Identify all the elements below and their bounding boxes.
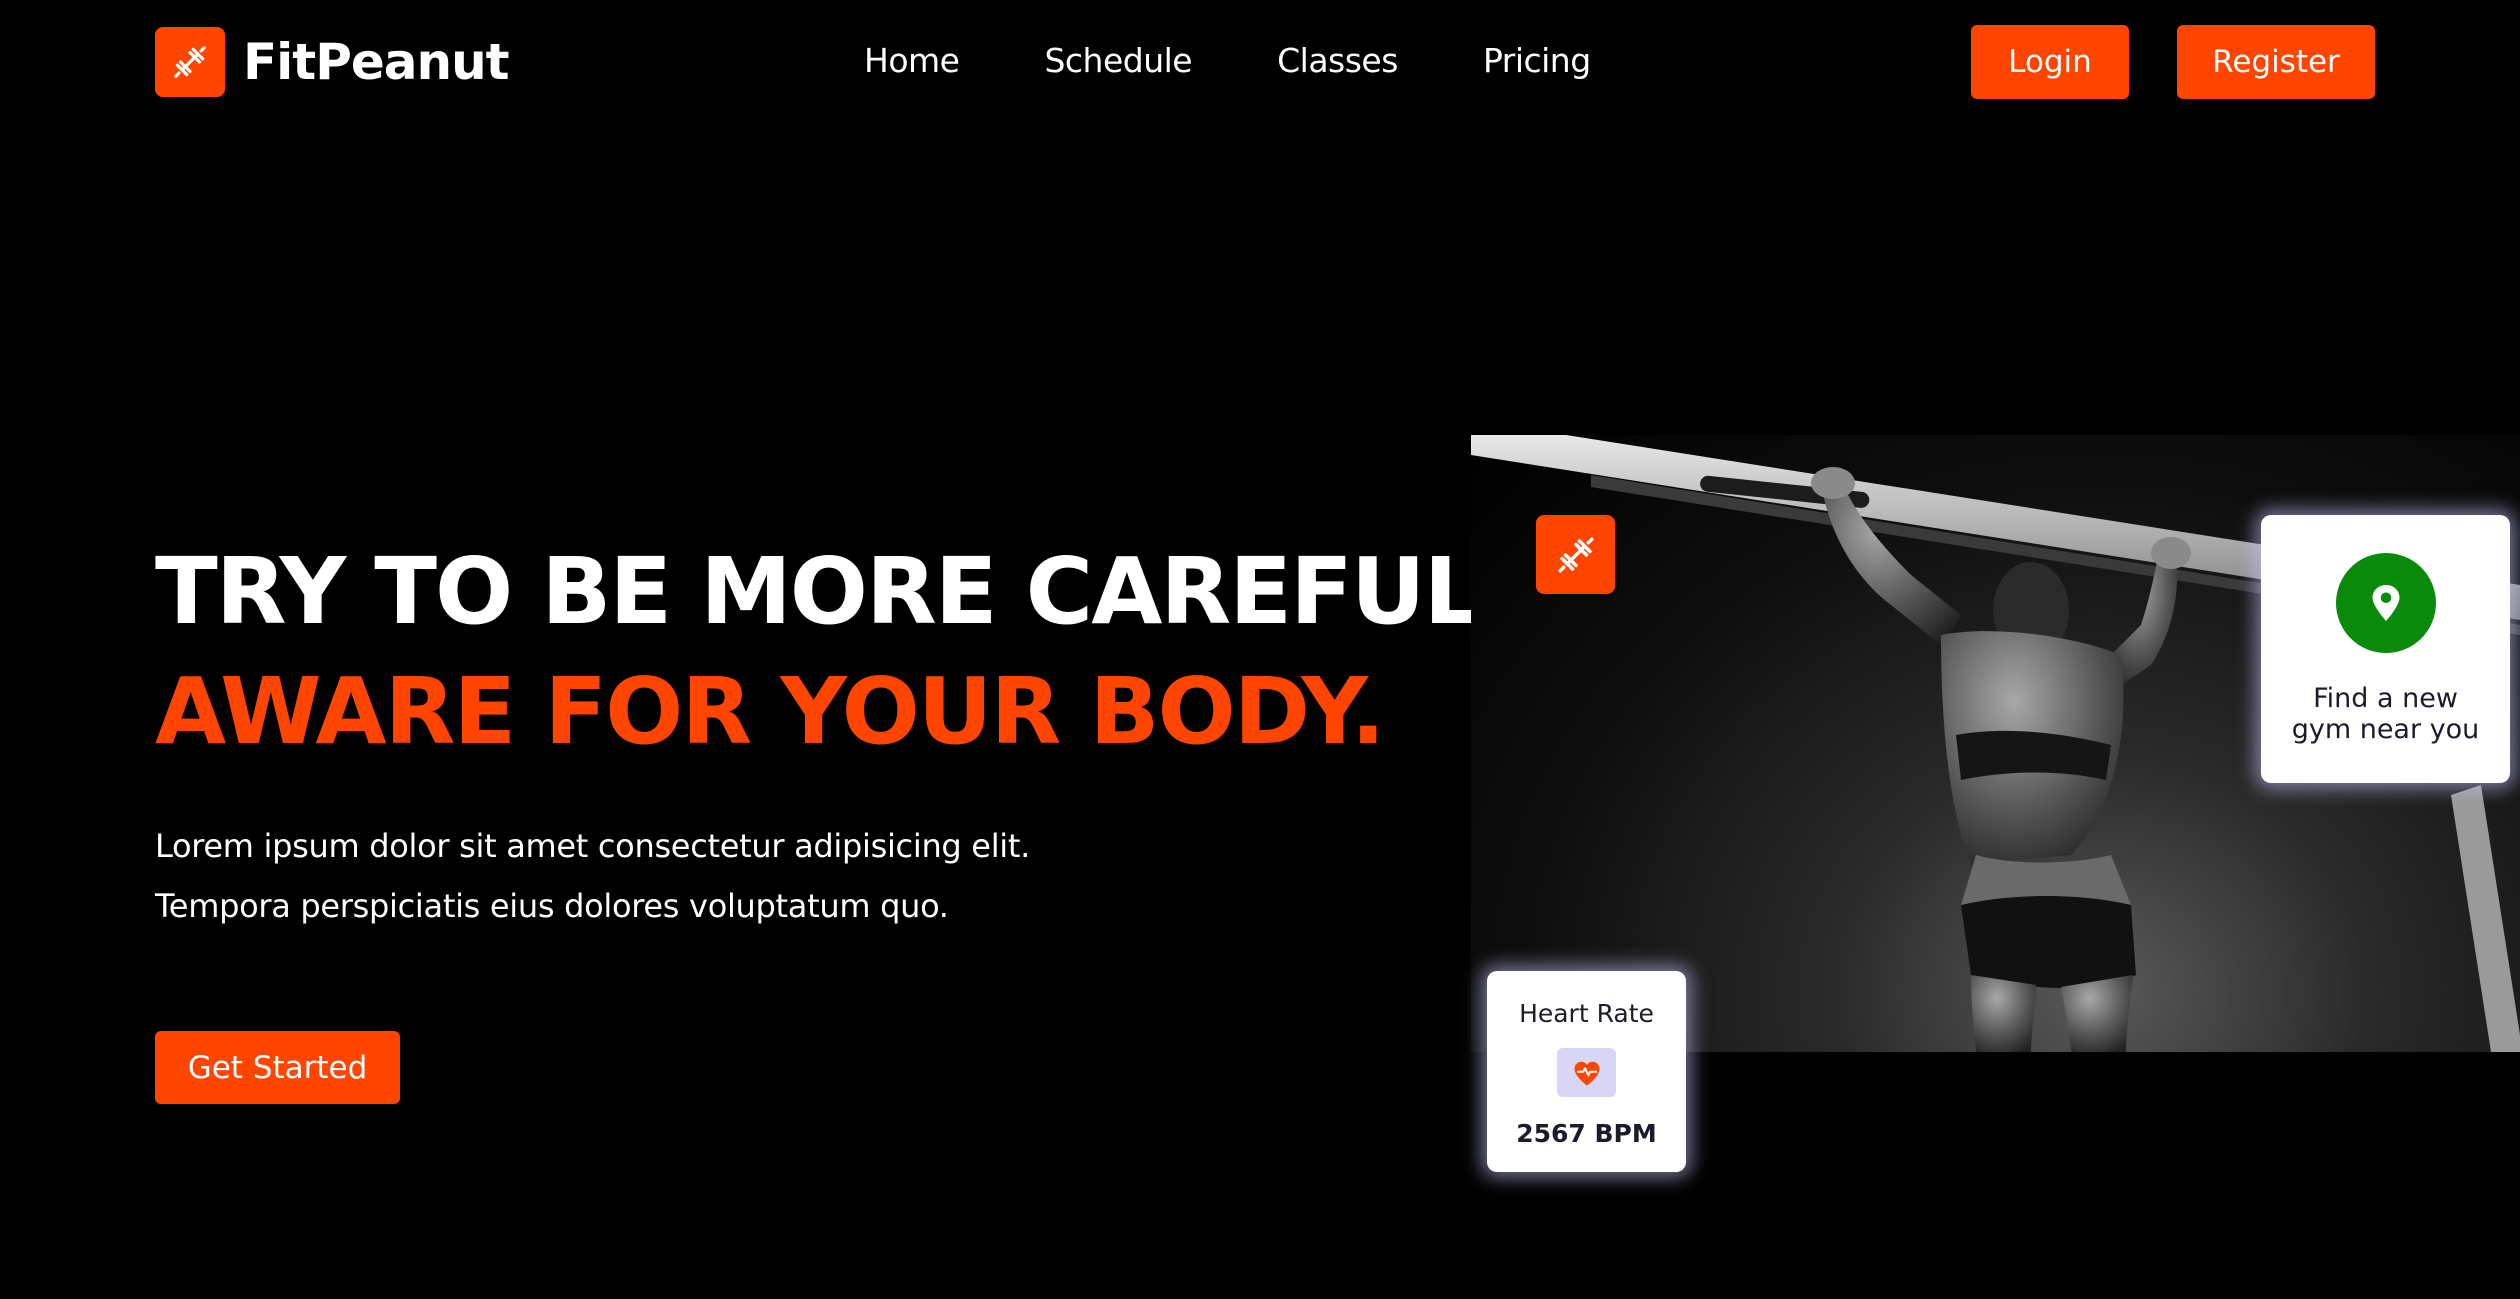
hero-title-line1: TRY TO BE MORE CAREFUL — [155, 538, 1482, 645]
heart-rate-value: 2567 BPM — [1516, 1119, 1657, 1148]
location-pin-icon — [2335, 553, 2436, 653]
nav-home[interactable]: Home — [864, 36, 960, 86]
heart-pulse-icon — [1557, 1048, 1616, 1097]
find-gym-text-line1: Find a new — [2313, 683, 2458, 714]
hero-description-line2: Tempora perspiciatis eius dolores volupt… — [155, 887, 949, 925]
nav-classes[interactable]: Classes — [1277, 36, 1398, 86]
hero-title: TRY TO BE MORE CAREFUL AWARE FOR YOUR BO… — [155, 532, 1482, 772]
hero-description-line1: Lorem ipsum dolor sit amet consectetur a… — [155, 827, 1030, 865]
get-started-button[interactable]: Get Started — [155, 1031, 400, 1104]
dumbbell-icon — [155, 27, 225, 97]
heart-rate-label: Heart Rate — [1519, 999, 1654, 1028]
brand-name: FitPeanut — [243, 33, 510, 91]
hero-title-line2: AWARE FOR YOUR BODY. — [155, 658, 1386, 765]
main-nav: Home Schedule Classes Pricing — [864, 36, 1591, 86]
nav-schedule[interactable]: Schedule — [1044, 36, 1192, 86]
find-gym-text: Find a new gym near you — [2292, 683, 2480, 745]
login-button[interactable]: Login — [1971, 25, 2129, 99]
find-gym-text-line2: gym near you — [2291, 714, 2480, 745]
brand-logo[interactable]: FitPeanut — [155, 27, 510, 97]
landing-page: FitPeanut Home Schedule Classes Pricing … — [0, 0, 2520, 1299]
dumbbell-icon — [1558, 537, 1593, 572]
register-button[interactable]: Register — [2177, 25, 2375, 99]
hero-description: Lorem ipsum dolor sit amet consectetur a… — [155, 816, 1030, 936]
find-gym-card[interactable]: Find a new gym near you — [2261, 515, 2510, 783]
photo-dumbbell-badge — [1536, 515, 1615, 594]
nav-pricing[interactable]: Pricing — [1483, 36, 1591, 86]
heart-rate-card: Heart Rate 2567 BPM — [1487, 971, 1686, 1172]
auth-buttons: Login Register — [1971, 25, 2375, 99]
